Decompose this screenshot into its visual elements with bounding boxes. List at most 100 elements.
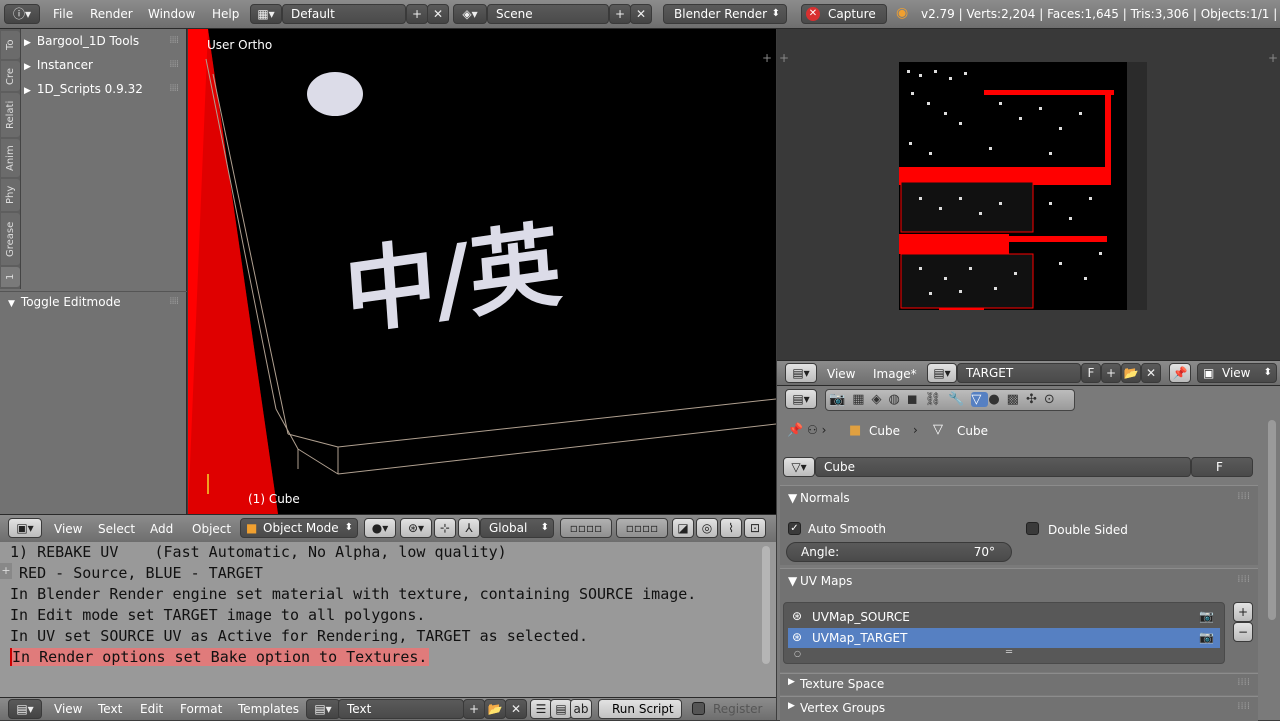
snap-icon[interactable]: ⌇ — [720, 518, 742, 538]
editor-type-icon[interactable]: ▤▾ — [785, 363, 817, 383]
drag-handle-icon[interactable]: ⁞⁞⁞⁞ — [1237, 574, 1250, 585]
menu-image[interactable]: Image* — [873, 367, 917, 381]
3d-viewport[interactable]: 中/英 User Ortho (1) Cube + — [188, 29, 776, 514]
tab-tools[interactable]: To — [1, 31, 20, 59]
layer-lock-icon[interactable]: ◪ — [672, 518, 694, 538]
mesh-data-icon[interactable]: ▽ — [971, 392, 989, 407]
menu-view[interactable]: View — [827, 367, 855, 381]
text-browse-icon[interactable]: ▤▾ — [306, 699, 340, 719]
menu-help[interactable]: Help — [212, 7, 239, 21]
remove-uv-map-button[interactable]: − — [1233, 622, 1253, 642]
scene-icon[interactable]: ◈▾ — [453, 4, 487, 24]
run-script-button[interactable]: Run Script — [598, 699, 682, 719]
fake-user-button[interactable]: F — [1081, 363, 1101, 383]
add-uv-map-button[interactable]: + — [1233, 602, 1253, 622]
unlink-text-button[interactable]: ✕ — [505, 699, 527, 719]
add-scene-button[interactable]: + — [609, 4, 631, 24]
remove-scene-button[interactable]: ✕ — [630, 4, 652, 24]
menu-window[interactable]: Window — [148, 7, 195, 21]
modifier-icon[interactable]: 🔧 — [948, 392, 971, 407]
editor-type-icon[interactable]: ▤▾ — [785, 389, 817, 409]
open-text-button[interactable]: 📂 — [484, 699, 506, 719]
render-engine-select[interactable]: Blender Render ⬍ — [663, 4, 787, 24]
shading-icon[interactable]: ●▾ — [364, 518, 396, 538]
render-camera-icon[interactable]: 📷 — [1199, 630, 1214, 644]
angle-slider[interactable]: Angle: 70° — [786, 542, 1012, 562]
unlink-image-button[interactable]: ✕ — [1141, 363, 1161, 383]
panel-1d-scripts[interactable]: ▶ 1D_Scripts 0.9.32 ⁞⁞⁞⁞ — [24, 77, 184, 101]
constraints-icon[interactable]: ⛓ — [925, 392, 949, 407]
mode-select[interactable]: ■ Object Mode ⬍ — [240, 518, 358, 538]
info-editor-icon[interactable]: ⓘ▾ — [4, 4, 40, 24]
pivot-icon[interactable]: ⊛▾ — [400, 518, 432, 538]
proportional-icon[interactable]: ◎ — [696, 518, 718, 538]
uv-map-item[interactable]: ⊛ UVMap_SOURCE 📷 — [788, 607, 1220, 627]
remove-layout-button[interactable]: ✕ — [427, 4, 449, 24]
manipulator-icon[interactable]: ⊹ — [434, 518, 456, 538]
fake-user-button[interactable]: F — [1191, 457, 1253, 477]
text-name-field[interactable]: Text — [338, 699, 464, 719]
drag-handle-icon[interactable]: ⁞⁞⁞⁞ — [169, 29, 179, 53]
mesh-browse-icon[interactable]: ▽▾ — [783, 457, 815, 477]
menu-view[interactable]: View — [54, 702, 82, 716]
word-wrap-icon[interactable]: ▤ — [550, 699, 572, 719]
scene-icon[interactable]: ◈ — [871, 392, 888, 407]
menu-text[interactable]: Text — [98, 702, 122, 716]
open-image-button[interactable]: 📂 — [1121, 363, 1141, 383]
region-expand-icon[interactable]: + — [762, 51, 772, 65]
layers-grid-2[interactable]: ▫▫▫▫ — [616, 518, 668, 538]
tab-animation[interactable]: Anim — [1, 139, 20, 177]
region-expand-icon[interactable]: + — [1268, 51, 1278, 65]
layers-grid[interactable]: ▫▫▫▫ — [560, 518, 612, 538]
drag-handle-icon[interactable]: ⁞⁞⁞⁞ — [1237, 677, 1250, 688]
material-icon[interactable]: ● — [988, 392, 1006, 407]
tab-1[interactable]: 1 — [1, 267, 20, 287]
menu-add[interactable]: Add — [150, 522, 173, 536]
capture-button[interactable]: ✕ Capture — [801, 4, 887, 24]
image-name-field[interactable]: TARGET — [957, 363, 1081, 383]
new-text-button[interactable]: + — [463, 699, 485, 719]
properties-scrollbar[interactable] — [1268, 420, 1276, 620]
tab-physics[interactable]: Phy — [1, 179, 20, 211]
text-editor[interactable]: 1) REBAKE UV (Fast Automatic, No Alpha, … — [0, 542, 776, 697]
tab-create[interactable]: Cre — [1, 61, 20, 91]
pin-icon[interactable]: 📌 — [1169, 363, 1191, 383]
layers-icon[interactable]: ▦ — [852, 392, 871, 407]
layout-icon[interactable]: ▦▾ — [250, 4, 282, 24]
syntax-highlight-icon[interactable]: ab — [570, 699, 592, 719]
mesh-name-field[interactable]: Cube — [815, 457, 1191, 477]
menu-templates[interactable]: Templates — [238, 702, 299, 716]
transform-icon[interactable]: ⅄ — [458, 518, 480, 538]
menu-render[interactable]: Render — [90, 7, 133, 21]
pin-icon[interactable]: 📌 — [787, 423, 803, 438]
render-icon[interactable]: 📷 — [829, 392, 852, 407]
line-numbers-icon[interactable]: ☰ — [530, 699, 552, 719]
tab-relations[interactable]: Relati — [1, 93, 20, 137]
drag-handle-icon[interactable]: ⁞⁞⁞⁞ — [169, 53, 179, 77]
particles-icon[interactable]: ✣ — [1026, 392, 1044, 407]
panel-instancer[interactable]: ▶ Instancer ⁞⁞⁞⁞ — [24, 53, 184, 77]
uv-image-editor[interactable]: + + — [777, 29, 1280, 360]
vertex-groups-panel[interactable]: ▶ Vertex Groups ⁞⁞⁞⁞ — [780, 696, 1258, 721]
drag-handle-icon[interactable]: ⁞⁞⁞⁞ — [169, 290, 179, 314]
menu-object[interactable]: Object — [192, 522, 231, 536]
scene-field[interactable]: Scene — [487, 4, 609, 24]
add-layout-button[interactable]: + — [406, 4, 428, 24]
menu-format[interactable]: Format — [180, 702, 222, 716]
orientation-select[interactable]: Global ⬍ — [480, 518, 554, 538]
resize-handle-icon[interactable]: ═ — [1006, 647, 1012, 658]
context-tabs[interactable]: 📷▦◈◍◼⛓🔧▽●▩✣⊙ — [825, 389, 1075, 411]
collapse-arrow-icon[interactable]: ▼ — [788, 491, 797, 505]
expand-icon[interactable]: + — [0, 563, 12, 579]
snap-target-icon[interactable]: ⊡ — [744, 518, 766, 538]
view-mode-select[interactable]: ▣ View ⬍ — [1197, 363, 1277, 383]
auto-smooth-checkbox[interactable]: ✓ — [788, 522, 801, 535]
panel-bargool[interactable]: ▶ Bargool_1D Tools ⁞⁞⁞⁞ — [24, 29, 184, 53]
drag-handle-icon[interactable]: ⁞⁞⁞⁞ — [1237, 491, 1250, 502]
image-browse-icon[interactable]: ▤▾ — [927, 363, 957, 383]
menu-view[interactable]: View — [54, 522, 82, 536]
texture-space-panel[interactable]: ▶ Texture Space ⁞⁞⁞⁞ — [780, 673, 1258, 695]
editor-type-icon[interactable]: ▣▾ — [8, 518, 42, 538]
menu-file[interactable]: File — [53, 7, 73, 21]
drag-handle-icon[interactable]: ⁞⁞⁞⁞ — [169, 77, 179, 101]
